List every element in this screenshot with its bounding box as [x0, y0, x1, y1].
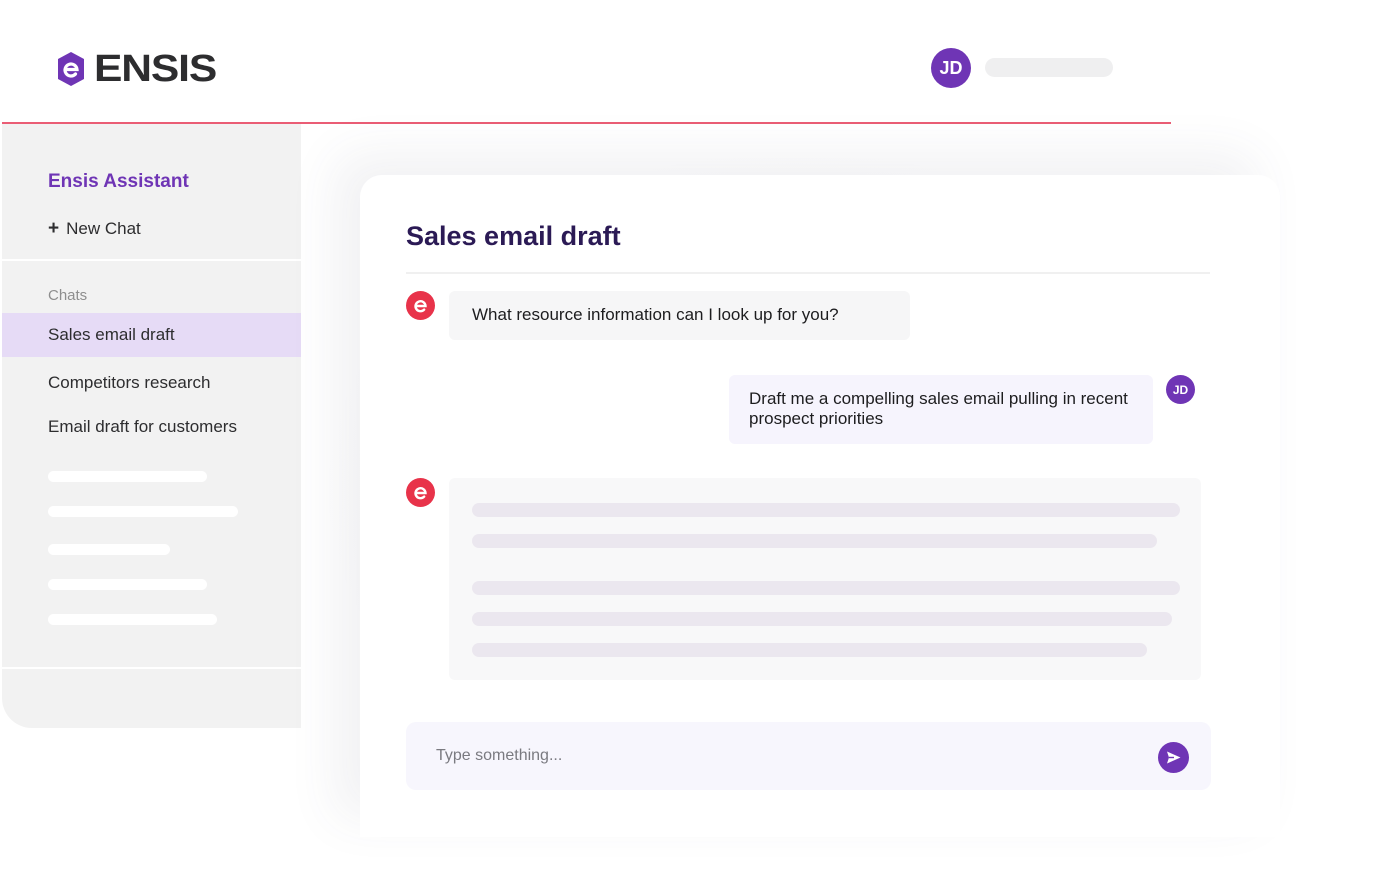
- sidebar-item-competitors-research[interactable]: Competitors research: [2, 361, 301, 405]
- assistant-message-loading: [449, 478, 1201, 680]
- sidebar-item-label: Sales email draft: [48, 325, 175, 344]
- sidebar: Ensis Assistant + New Chat Chats Sales e…: [2, 124, 301, 728]
- title-divider: [406, 272, 1210, 274]
- sidebar-divider: [2, 667, 301, 669]
- assistant-message: What resource information can I look up …: [449, 291, 910, 340]
- loading-line: [472, 534, 1157, 548]
- sidebar-item-placeholder: [48, 506, 238, 517]
- assistant-avatar: [406, 478, 435, 507]
- user-message: Draft me a compelling sales email pullin…: [729, 375, 1153, 444]
- sidebar-item-placeholder: [48, 614, 217, 625]
- plus-icon: +: [48, 218, 60, 239]
- loading-line: [472, 643, 1147, 657]
- loading-line: [472, 581, 1180, 595]
- chats-section-label: Chats: [48, 287, 88, 304]
- message-input[interactable]: [436, 740, 1136, 772]
- loading-line: [472, 503, 1180, 517]
- new-chat-button[interactable]: + New Chat: [48, 218, 141, 240]
- ensis-e-icon: [414, 300, 427, 313]
- loading-line: [472, 612, 1172, 626]
- ensis-app: ENSIS JD Ensis Assistant + New Chat Chat…: [0, 0, 1381, 872]
- sidebar-item-sales-email-draft[interactable]: Sales email draft: [2, 313, 301, 357]
- message-composer: [406, 722, 1211, 790]
- assistant-avatar: [406, 291, 435, 320]
- send-arrow-icon: [1167, 751, 1181, 764]
- ensis-e-icon: [414, 487, 427, 500]
- sidebar-item-placeholder: [48, 579, 207, 590]
- chat-title: Sales email draft: [406, 221, 621, 251]
- ensis-logo[interactable]: ENSIS: [58, 50, 217, 88]
- logo-text: ENSIS: [94, 48, 217, 90]
- ensis-logo-icon: [58, 52, 84, 86]
- sidebar-item-label: Competitors research: [48, 373, 211, 392]
- sidebar-item-placeholder: [48, 471, 207, 482]
- sidebar-item-placeholder: [48, 544, 170, 555]
- user-name-placeholder: [985, 58, 1113, 77]
- new-chat-label: New Chat: [66, 219, 141, 238]
- user-avatar[interactable]: JD: [931, 48, 971, 88]
- user-message-avatar: JD: [1166, 375, 1195, 404]
- sidebar-title[interactable]: Ensis Assistant: [48, 171, 189, 193]
- send-button[interactable]: [1158, 742, 1189, 773]
- sidebar-divider: [2, 259, 301, 261]
- sidebar-item-email-draft-for-customers[interactable]: Email draft for customers: [2, 405, 301, 449]
- chat-panel: Sales email draft What resource informat…: [360, 175, 1280, 837]
- sidebar-item-label: Email draft for customers: [48, 417, 237, 436]
